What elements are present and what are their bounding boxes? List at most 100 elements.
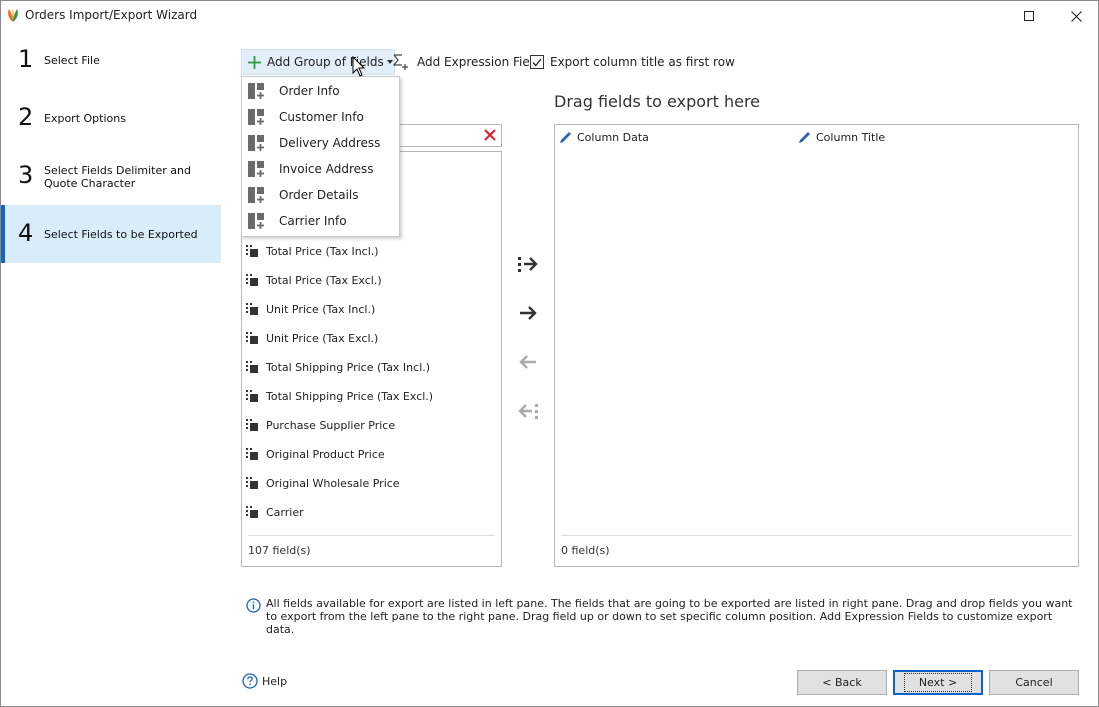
field-label: Original Product Price <box>266 447 385 461</box>
menu-item-delivery-address[interactable]: Delivery Address <box>242 130 399 156</box>
step-label: Export Options <box>44 112 126 125</box>
export-column-title-checkbox[interactable]: Export column title as first row <box>530 49 735 75</box>
pencil-icon <box>560 132 571 143</box>
add-group-icon <box>248 213 264 229</box>
step-export-options[interactable]: 2 Export Options <box>1 89 221 147</box>
menu-item-order-info[interactable]: Order Info <box>242 78 399 104</box>
column-data-header[interactable]: Column Data <box>559 131 649 144</box>
export-title-label: Export column title as first row <box>550 55 735 69</box>
menu-item-label: Carrier Info <box>279 214 347 228</box>
column-title-label: Column Title <box>816 131 886 144</box>
remove-all-arrow-icon <box>518 404 538 419</box>
mouse-cursor-icon <box>352 56 366 77</box>
remove-all-fields-button[interactable] <box>515 400 541 422</box>
step-select-file[interactable]: 1 Select File <box>1 31 221 89</box>
field-icon <box>246 390 258 402</box>
list-item[interactable]: Original Wholesale Price <box>246 473 400 493</box>
field-icon <box>246 274 258 286</box>
back-button[interactable]: < Back <box>797 670 887 695</box>
step-fields-delimiter[interactable]: 3 Select Fields Delimiter and Quote Char… <box>1 147 221 205</box>
list-item[interactable]: Total Shipping Price (Tax Incl.) <box>246 357 430 377</box>
add-expression-label: Add Expression Field <box>417 55 541 69</box>
menu-item-carrier-info[interactable]: Carrier Info <box>242 208 399 234</box>
pencil-icon <box>799 132 810 143</box>
menu-item-label: Order Details <box>279 188 359 202</box>
list-item[interactable]: Purchase Supplier Price <box>246 415 395 435</box>
menu-item-customer-info[interactable]: Customer Info <box>242 104 399 130</box>
list-item[interactable]: Carrier <box>246 502 304 522</box>
field-label: Total Shipping Price (Tax Excl.) <box>266 389 434 403</box>
cancel-label: Cancel <box>1015 676 1053 689</box>
column-data-label: Column Data <box>577 131 649 144</box>
step-label: Select Fields to be Exported <box>44 228 198 241</box>
list-item[interactable]: Total Price (Tax Incl.) <box>246 241 379 261</box>
checkbox[interactable] <box>530 55 544 69</box>
plus-icon <box>248 55 261 69</box>
chevron-down-icon <box>386 60 393 64</box>
add-group-label: Add Group of Fields <box>267 55 384 69</box>
add-field-button[interactable] <box>515 302 541 324</box>
add-group-icon <box>248 161 264 177</box>
export-field-count: 0 field(s) <box>561 544 610 557</box>
column-title-header[interactable]: Column Title <box>798 131 885 144</box>
list-item[interactable]: Total Shipping Price (Tax Excl.) <box>246 386 433 406</box>
export-fields-pane[interactable]: Column Data Column Title 0 field(s) <box>554 124 1079 567</box>
title-bar: Orders Import/Export Wizard <box>1 1 1098 31</box>
info-message: All fields available for export are list… <box>246 597 1078 636</box>
close-button[interactable] <box>1053 1 1099 31</box>
next-label: Next > <box>903 673 973 692</box>
add-all-arrow-icon <box>518 257 538 272</box>
step-label: Select Fields Delimiter and Quote Charac… <box>44 164 191 190</box>
field-label: Purchase Supplier Price <box>266 418 396 432</box>
list-item[interactable]: Unit Price (Tax Incl.) <box>246 299 375 319</box>
step-number: 1 <box>18 45 34 73</box>
field-label: Total Price (Tax Incl.) <box>266 244 379 258</box>
help-icon <box>242 673 258 689</box>
arrow-right-icon <box>520 306 537 320</box>
menu-item-invoice-address[interactable]: Invoice Address <box>242 156 399 182</box>
help-label: Help <box>262 674 288 688</box>
field-icon <box>246 506 258 518</box>
step-number: 4 <box>18 219 34 247</box>
help-link[interactable]: Help <box>242 673 287 689</box>
add-group-dropdown-menu: Order Info Customer Info Delivery Addres… <box>241 76 400 237</box>
back-label: < Back <box>822 676 862 689</box>
menu-item-label: Delivery Address <box>279 136 381 150</box>
step-label: Select File <box>44 54 100 67</box>
add-all-fields-button[interactable] <box>515 253 541 275</box>
field-icon <box>246 448 258 460</box>
info-text: All fields available for export are list… <box>266 597 1073 636</box>
export-pane-title: Drag fields to export here <box>554 92 761 111</box>
available-field-count: 107 field(s) <box>248 544 311 557</box>
menu-item-order-details[interactable]: Order Details <box>242 182 399 208</box>
cancel-button[interactable]: Cancel <box>989 670 1079 695</box>
field-icon <box>246 303 258 315</box>
add-expression-field-button[interactable]: Add Expression Field <box>393 49 541 75</box>
list-item[interactable]: Unit Price (Tax Excl.) <box>246 328 378 348</box>
menu-item-label: Order Info <box>279 84 340 98</box>
list-item[interactable]: Original Product Price <box>246 444 385 464</box>
field-label: Carrier <box>266 505 304 519</box>
add-group-icon <box>248 187 264 203</box>
field-label: Total Price (Tax Excl.) <box>266 273 382 287</box>
add-group-of-fields-button[interactable]: Add Group of Fields <box>241 49 395 75</box>
remove-field-button[interactable] <box>515 351 541 373</box>
list-item[interactable]: Total Price (Tax Excl.) <box>246 270 382 290</box>
field-label: Total Shipping Price (Tax Incl.) <box>266 360 431 374</box>
next-button[interactable]: Next > <box>893 670 983 695</box>
add-group-icon <box>248 83 264 99</box>
maximize-icon <box>1024 11 1034 21</box>
checkmark-icon <box>532 58 542 66</box>
field-icon <box>246 419 258 431</box>
step-select-fields[interactable]: 4 Select Fields to be Exported <box>1 205 221 263</box>
add-group-icon <box>248 135 264 151</box>
clear-search-icon[interactable] <box>483 128 497 142</box>
step-number: 3 <box>18 161 34 189</box>
divider <box>248 535 495 536</box>
info-icon <box>246 598 261 613</box>
menu-item-label: Customer Info <box>279 110 364 124</box>
step-number: 2 <box>18 103 34 131</box>
field-icon <box>246 332 258 344</box>
field-label: Original Wholesale Price <box>266 476 400 490</box>
maximize-button[interactable] <box>1006 1 1052 31</box>
